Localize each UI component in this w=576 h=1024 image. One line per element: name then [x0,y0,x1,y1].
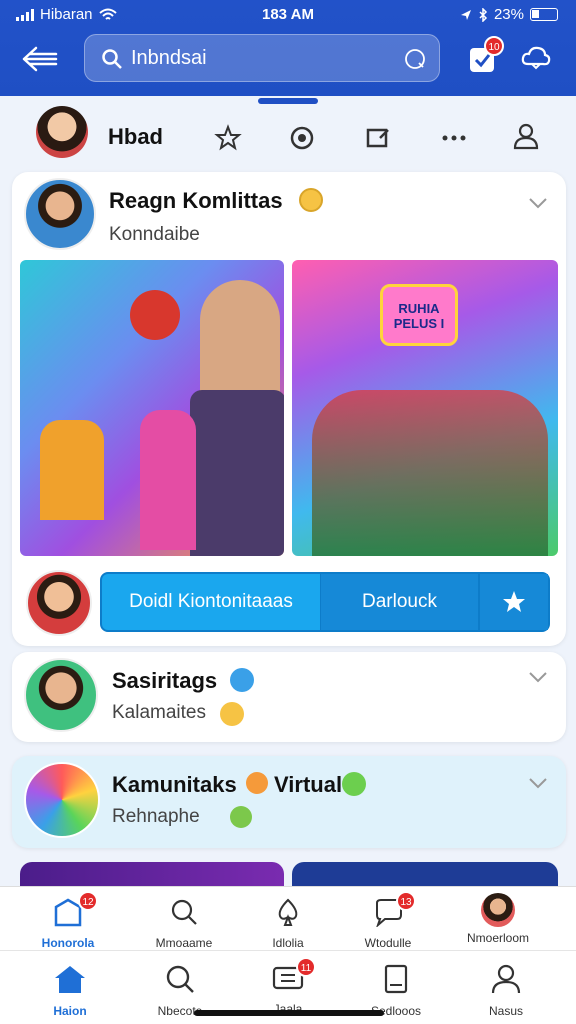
tab-honorola[interactable]: 12 Honorola [20,891,116,950]
next-post-image-right[interactable] [292,862,558,886]
notification-badge: 10 [484,36,504,56]
tab-label: Nasus [488,1004,523,1018]
tab-label: Wtodulle [364,936,412,950]
tab-home[interactable]: Haion [22,963,118,1018]
spade-icon [278,898,298,926]
leaf-icon [230,806,252,828]
search-icon [102,49,122,69]
post-title: Sasiritags [112,668,218,693]
document-icon [384,964,408,994]
star-icon[interactable] [214,124,242,152]
post-title: Kamunitaks [112,772,237,797]
post-subtitle: Rehnaphe [112,806,200,827]
home-indicator[interactable] [194,1010,384,1016]
notifications-button[interactable]: 10 [466,36,504,76]
post-image-right[interactable]: RUHIA PELUS I [292,260,558,556]
tab-wtodulle[interactable]: 13 Wtodulle [340,891,436,950]
chevron-down-icon[interactable] [528,196,548,210]
person-icon [491,964,521,994]
post-title-suffix: Virtual [274,772,343,797]
more-icon[interactable] [440,124,468,152]
post-subtitle: Konndaibe [109,224,200,245]
emoji-icon [220,702,244,726]
post-avatar[interactable] [24,762,100,838]
battery-percent: 23% [493,6,524,23]
tab-mmoaame[interactable]: Mmoaame [136,897,232,950]
primary-action-button[interactable]: Doidl Kiontonitaaas [102,574,320,630]
search-icon [171,899,197,925]
badge-icon [230,668,254,692]
commenter-avatar[interactable] [26,570,92,636]
chevron-down-icon[interactable] [528,776,548,790]
status-bar: Hibaran 183 AM 23% [0,6,576,26]
search-icon [166,965,194,993]
back-arrow-icon[interactable] [20,44,60,74]
tab-jaala[interactable]: 11 Jaala [240,957,336,1016]
profile-avatar[interactable] [36,106,88,158]
tab-nasus[interactable]: Nasus [458,963,554,1018]
action-bar: Doidl Kiontonitaaas Darlouck [100,572,550,632]
tab-label: Honorola [41,936,95,950]
community-button[interactable] [520,40,556,76]
carrier-name: Hibaran [40,6,93,23]
suit-figure [190,390,284,556]
post-avatar[interactable] [24,658,98,732]
tab-badge: 13 [396,891,416,911]
camera-icon[interactable] [288,124,316,152]
person-icon[interactable] [512,122,540,150]
post-title: Reagn Komlittas [109,188,283,213]
voice-search-icon[interactable] [403,47,427,71]
search-input[interactable]: Inbndsai [84,34,440,82]
tab-badge: 11 [296,957,316,977]
pin-icon [503,591,525,612]
next-post-image-left[interactable] [20,862,284,886]
profile-name: Hbad [108,124,163,149]
post-avatar[interactable] [24,178,96,250]
girl-figure [140,410,196,550]
person-figure [40,420,104,520]
post-card[interactable]: Kamunitaks Virtual Rehnaphe [12,756,566,848]
secondary-action-button[interactable]: Darlouck [320,574,478,630]
edit-icon[interactable] [364,124,392,152]
feed: Hbad Reagn Komlittas Konndaibe RUHIA PEL… [0,96,576,886]
emoji-icon [246,772,268,794]
portrait-figure [200,280,280,400]
app-header: Hibaran 183 AM 23% Inbndsai 10 [0,0,576,96]
wifi-icon [98,8,117,20]
game-banner: RUHIA PELUS I [380,284,458,346]
search-value: Inbndsai [131,47,207,69]
battery-icon [530,8,558,21]
tab-idlolia[interactable]: Idlolia [240,897,336,950]
secondary-tab-bar: 12 Honorola Mmoaame Idlolia 13 Wtodulle … [0,886,576,950]
tab-nmoerloom[interactable]: Nmoerloom [450,893,546,945]
monster-icon [130,290,180,340]
pin-button[interactable] [478,574,548,630]
badge-icon [342,772,366,796]
tab-label: Haion [53,1004,87,1018]
profile-bar: Hbad [0,104,576,164]
cloud-alert-icon [521,46,551,70]
post-card[interactable]: Sasiritags Kalamaites [12,652,566,742]
profile-avatar [481,893,515,927]
bluetooth-icon [479,7,488,22]
status-time: 183 AM [262,6,314,23]
emoji-icon [299,188,323,212]
chevron-down-icon[interactable] [528,670,548,684]
post-subtitle: Kalamaites [112,702,206,723]
group-figures [312,390,548,556]
tab-badge: 12 [78,891,98,911]
tab-label: Nmoerloom [466,931,529,945]
home-icon [55,966,85,993]
location-icon [460,9,471,20]
signal-icon [16,8,34,21]
post-image-left[interactable] [20,260,284,556]
tab-label: Mmoaame [155,936,213,950]
tab-label: Idlolia [272,936,304,950]
